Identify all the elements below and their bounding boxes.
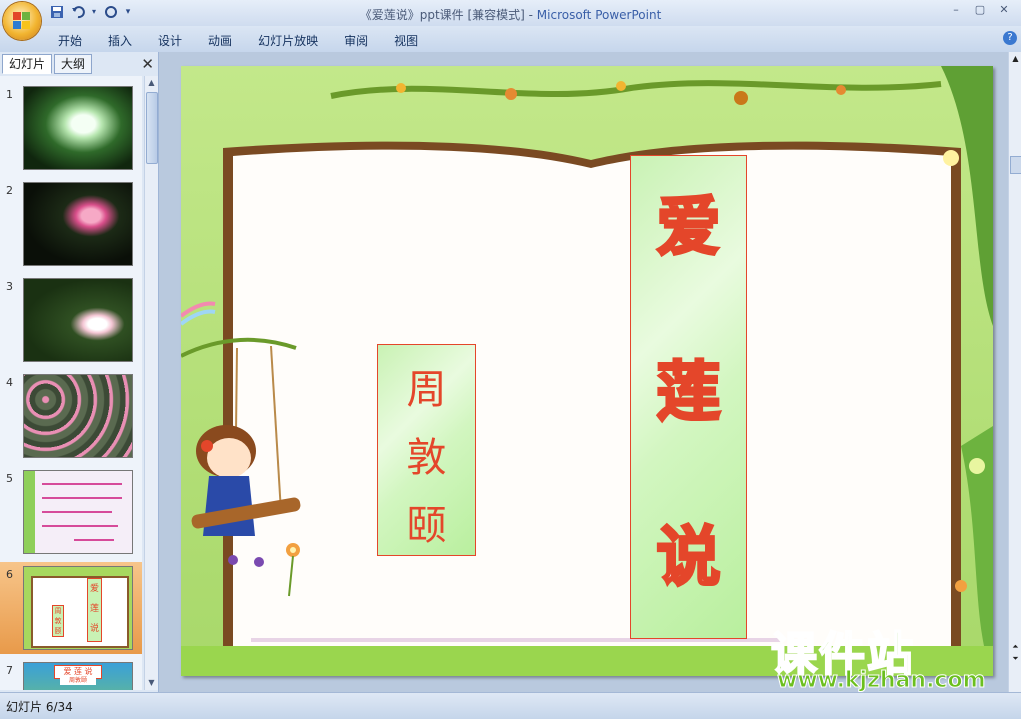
lotus-white-image — [23, 86, 133, 170]
pane-tabs: 幻灯片 大纲 — [2, 54, 156, 74]
slide-thumbnail-4[interactable]: 4 — [0, 370, 142, 462]
slide-thumbnail-1[interactable]: 1 — [0, 82, 142, 174]
slide-number: 4 — [6, 376, 13, 389]
scroll-thumb[interactable] — [1010, 156, 1021, 174]
slide-editing-area: 周 敦 颐 爱 莲 说 — [159, 52, 1008, 692]
lotus-pink-image — [23, 182, 133, 266]
slide-number: 2 — [6, 184, 13, 197]
tab-insert[interactable]: 插入 — [108, 32, 132, 49]
slide-counter: 幻灯片 6/34 — [6, 700, 73, 714]
current-slide-preview: 爱 莲 说 周 敦 颐 — [23, 566, 133, 650]
slide-number: 3 — [6, 280, 13, 293]
lotus-pond-image — [23, 374, 133, 458]
author-char: 周 — [406, 367, 447, 413]
slide-thumbnail-2[interactable]: 2 — [0, 178, 142, 270]
scroll-thumb[interactable] — [146, 92, 158, 164]
slide-thumbnail-6[interactable]: 6 爱 莲 说 周 敦 颐 — [0, 562, 142, 654]
scroll-up-icon[interactable]: ▲ — [145, 76, 158, 90]
mini-author-char: 周 — [54, 607, 62, 615]
mini-title-char: 莲 — [89, 604, 99, 614]
office-logo-icon — [13, 12, 31, 30]
title-textbox[interactable]: 爱 莲 说 — [630, 155, 747, 639]
tab-slideshow[interactable]: 幻灯片放映 — [258, 32, 318, 49]
book-frame-background — [181, 66, 993, 676]
window-controls: – ▢ ✕ — [945, 2, 1015, 18]
app-name: Microsoft PowerPoint — [536, 8, 662, 22]
slide-number: 1 — [6, 88, 13, 101]
poem-text-image — [23, 470, 133, 554]
mini-title-char: 说 — [89, 624, 99, 634]
author-textbox[interactable]: 周 敦 颐 — [377, 344, 476, 556]
lotus-bud-image — [23, 278, 133, 362]
mini-author-char: 颐 — [54, 627, 62, 635]
slide7-preview: 爱 莲 说 周敦颐 — [23, 662, 133, 690]
window-title: 《爱莲说》ppt课件 [兼容模式] - Microsoft PowerPoint — [0, 6, 1021, 23]
title-char: 说 — [655, 520, 722, 597]
document-name: 《爱莲说》ppt课件 [兼容模式] - — [359, 8, 537, 22]
close-icon[interactable]: ✕ — [141, 55, 154, 73]
tab-animations[interactable]: 动画 — [208, 32, 232, 49]
thumbnail-list: 1 2 3 4 5 6 爱 莲 说 周 敦 颐 7 爱 莲 说 周敦颐 — [0, 76, 142, 690]
tab-review[interactable]: 审阅 — [344, 32, 368, 49]
title-bar: ▾ ▾ 《爱莲说》ppt课件 [兼容模式] - Microsoft PowerP… — [0, 0, 1021, 26]
help-icon[interactable]: ? — [1003, 31, 1017, 45]
slide-number: 5 — [6, 472, 13, 485]
ribbon-tabs-bar: 开始 插入 设计 动画 幻灯片放映 审阅 视图 ? — [0, 26, 1021, 53]
scroll-up-icon[interactable]: ▲ — [1009, 54, 1021, 63]
slide7-subtitle: 周敦颐 — [60, 677, 96, 685]
next-slide-icon[interactable]: ⏷ — [1009, 654, 1021, 664]
author-char: 敦 — [406, 435, 447, 481]
tab-outline[interactable]: 大纲 — [54, 54, 93, 74]
slide-thumbnail-5[interactable]: 5 — [0, 466, 142, 558]
slide-number: 6 — [6, 568, 13, 581]
tab-home[interactable]: 开始 — [58, 32, 82, 49]
current-slide[interactable]: 周 敦 颐 爱 莲 说 — [181, 66, 993, 676]
previous-slide-icon[interactable]: ⏶ — [1009, 642, 1021, 652]
author-char: 颐 — [406, 503, 447, 549]
office-button[interactable] — [3, 2, 41, 40]
tab-design[interactable]: 设计 — [158, 32, 182, 49]
slide-scrollbar[interactable]: ▲ ⏶ ⏷ — [1008, 52, 1021, 692]
slides-pane: 幻灯片 大纲 ✕ 1 2 3 4 5 6 爱 莲 说 周 敦 颐 7 爱 莲 说… — [0, 52, 159, 692]
mini-title-char: 爱 — [89, 584, 99, 594]
tab-slides[interactable]: 幻灯片 — [2, 54, 53, 74]
mini-author-char: 敦 — [54, 617, 62, 625]
thumbnail-scrollbar[interactable]: ▲ ▼ — [144, 76, 158, 690]
minimize-button[interactable]: – — [945, 2, 967, 18]
title-char: 爱 — [655, 190, 722, 267]
title-char: 莲 — [655, 355, 722, 432]
scroll-down-icon[interactable]: ▼ — [145, 676, 158, 690]
watermark-url: www.kjzhan.com — [777, 668, 987, 694]
status-bar: 幻灯片 6/34 — [0, 692, 1021, 719]
slide-thumbnail-3[interactable]: 3 — [0, 274, 142, 366]
tab-view[interactable]: 视图 — [394, 32, 418, 49]
close-button[interactable]: ✕ — [993, 2, 1015, 18]
maximize-button[interactable]: ▢ — [969, 2, 991, 18]
slide-number: 7 — [6, 664, 13, 677]
slide-thumbnail-7[interactable]: 7 爱 莲 说 周敦颐 — [0, 658, 142, 690]
